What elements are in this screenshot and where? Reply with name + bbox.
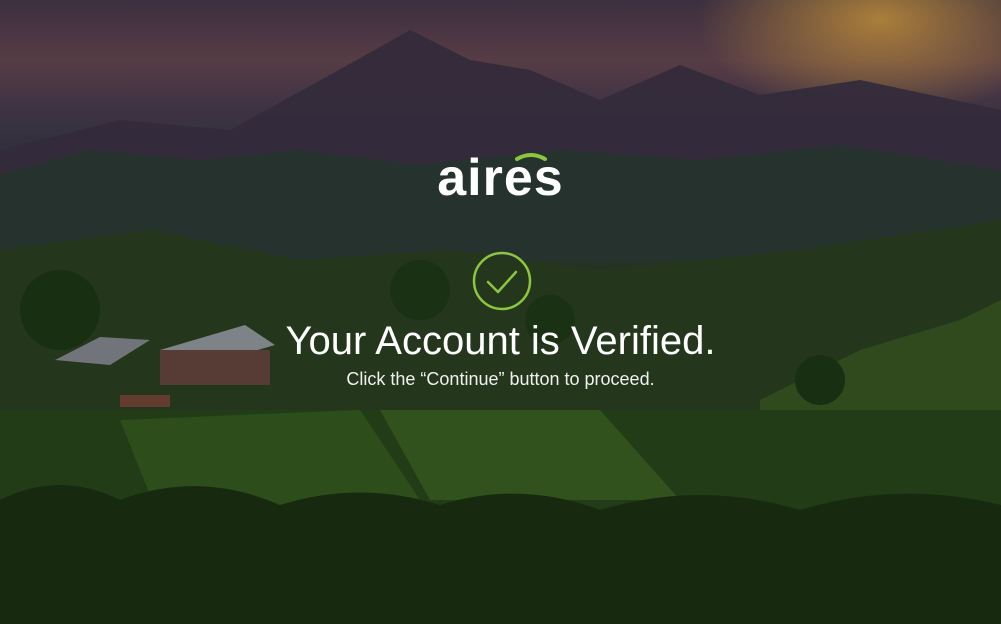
logo-swoosh-icon: [515, 153, 547, 161]
verification-subtitle: Click the “Continue” button to proceed.: [346, 369, 655, 389]
brand-logo: aires: [437, 149, 564, 207]
check-circle-icon: [472, 251, 532, 311]
verification-panel: aires Your Account is Verified. Click th…: [0, 0, 1001, 624]
verification-title: Your Account is Verified.: [285, 319, 716, 363]
